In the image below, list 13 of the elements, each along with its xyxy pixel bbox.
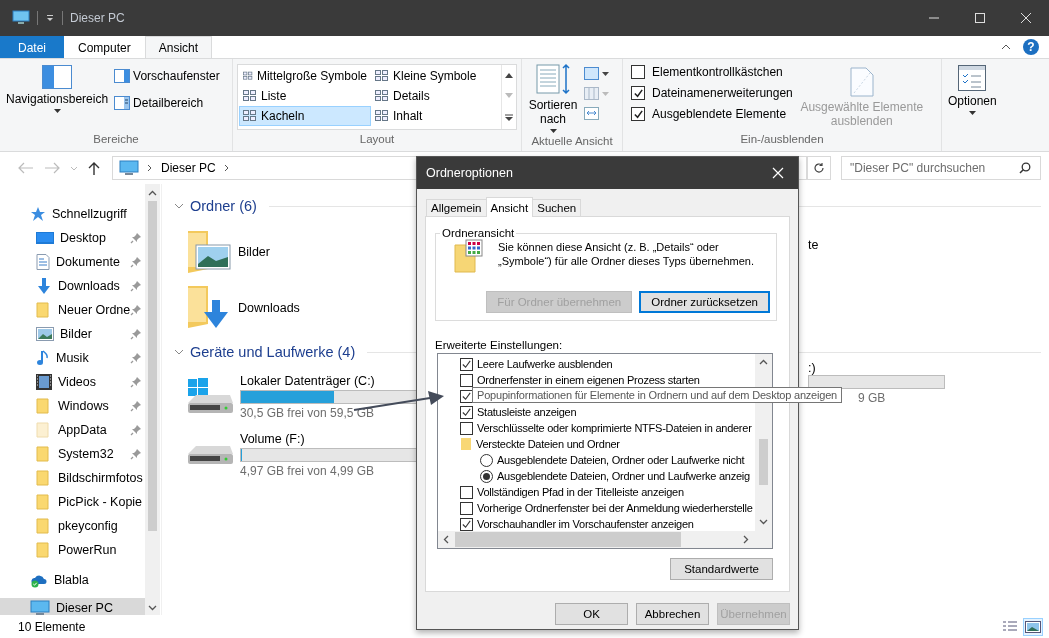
group-label: Ein-/ausblenden [739,133,825,147]
free-space: 9 GB [858,391,887,405]
window-title: Dieser PC [70,11,125,25]
group-label: Bereiche [92,133,140,147]
group-label: Layout [358,133,396,147]
dialog-title: Ordneroptionen [426,166,513,180]
description-text: Sie können diese Ansicht (z. B. „Details“ oder „Symbole“) für alle Ordner dieses Typs übernehmen. [498,240,755,268]
group-title: Ordneransicht [441,227,516,239]
group-label: Aktuelle Ansicht [530,135,614,149]
section-label: Erweiterte Einstellungen: [435,339,564,351]
item-count: 10 Elemente [18,619,86,634]
tooltip: Popupinformationen für Elemente in Ordnern und auf dem Desktop anzeigen [472,387,843,403]
free-space: 4,97 GB frei von 4,99 GB [240,464,376,478]
